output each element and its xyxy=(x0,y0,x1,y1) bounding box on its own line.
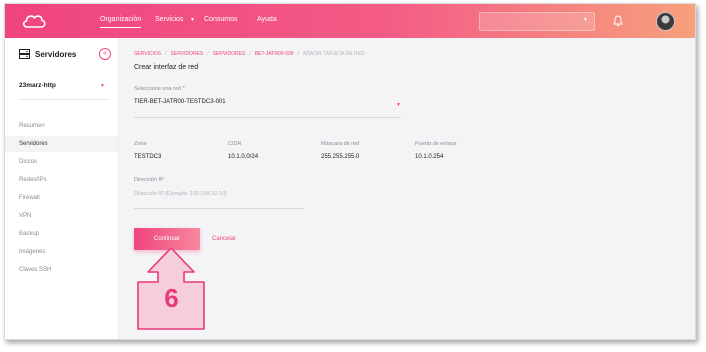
breadcrumb-servicios[interactable]: SERVICIOS xyxy=(134,51,161,57)
breadcrumb: SERVICIOS / SERVIDORES / SERVIDORES / BET-JATR… xyxy=(134,51,365,57)
chevron-down-icon[interactable]: ▼ xyxy=(100,83,105,89)
ip-address-input[interactable]: Dirección IP (Ejemplo: 192.168.32.10) xyxy=(134,191,227,197)
cidr-value: 10.1.0.0/24 xyxy=(228,154,259,160)
chevron-down-icon[interactable]: ▼ xyxy=(396,102,401,108)
chevron-down-icon[interactable]: ▼ xyxy=(190,17,195,23)
project-selector[interactable]: 23marz-http xyxy=(19,82,56,89)
netmask-label: Máscara de red xyxy=(321,141,360,147)
app-window: Organización Servicios ▼ Consumos Ayuda … xyxy=(4,3,696,340)
sidebar-item-claves-ssh[interactable]: Claves SSH xyxy=(5,262,118,278)
sidebar-item-redes-ips[interactable]: Redes/IPs xyxy=(5,172,118,188)
sidebar-item-servidores[interactable]: Servidores xyxy=(5,136,118,152)
nav-organizacion[interactable]: Organización xyxy=(100,16,142,28)
sidebar-item-imagenes[interactable]: Imágenes xyxy=(5,244,118,260)
organization-select[interactable]: ▼ xyxy=(479,12,595,31)
netmask-value: 255.255.255.0 xyxy=(321,154,360,160)
network-select-underline xyxy=(134,117,401,118)
zone-value: TESTDC3 xyxy=(134,154,162,160)
nav-ayuda[interactable]: Ayuda xyxy=(257,16,277,23)
ip-field-label: Dirección IP xyxy=(134,177,164,183)
cancel-button[interactable]: Cancelar xyxy=(212,236,236,242)
server-icon xyxy=(19,49,30,59)
sidebar-item-backup[interactable]: Backup xyxy=(5,226,118,242)
collapse-sidebar-button[interactable]: « xyxy=(99,48,111,60)
gateway-value: 10.1.0.254 xyxy=(415,154,444,160)
sidebar-header: Servidores xyxy=(19,49,76,59)
step-number: 6 xyxy=(164,283,179,313)
bell-icon[interactable] xyxy=(613,15,623,27)
breadcrumb-server[interactable]: BET-JATR00-009 xyxy=(255,51,294,57)
breadcrumb-servidores[interactable]: SERVIDORES xyxy=(171,51,204,57)
breadcrumb-current: AÑADIR TARJETA DE RED xyxy=(302,51,365,57)
ip-input-underline xyxy=(134,208,304,209)
sidebar-item-firewall[interactable]: Firewall xyxy=(5,190,118,206)
divider xyxy=(19,99,109,100)
top-navbar: Organización Servicios ▼ Consumos Ayuda … xyxy=(5,4,695,38)
chevron-down-icon: ▼ xyxy=(583,17,588,23)
zone-label: Zone xyxy=(134,141,147,147)
page-title: Crear interfaz de red xyxy=(134,64,199,71)
network-select[interactable]: TIER-BET-JATR00-TESTDC3-001 xyxy=(134,99,226,105)
cidr-label: CIDR xyxy=(228,141,242,147)
user-avatar[interactable] xyxy=(656,12,675,31)
nav-servicios[interactable]: Servicios xyxy=(155,16,183,23)
cloud-logo-icon[interactable] xyxy=(21,12,47,30)
network-select-label: Seleccione una red * xyxy=(134,86,185,92)
sidebar-item-vpn[interactable]: VPN xyxy=(5,208,118,224)
breadcrumb-servidores-2[interactable]: SERVIDORES xyxy=(213,51,246,57)
sidebar: Servidores « 23marz-http ▼ Resumen Servi… xyxy=(5,38,119,339)
gateway-label: Puerta de enlace xyxy=(415,141,457,147)
sidebar-title: Servidores xyxy=(35,49,77,59)
sidebar-item-discos[interactable]: Discos xyxy=(5,154,118,170)
sidebar-item-resumen[interactable]: Resumen xyxy=(5,118,118,134)
nav-consumos[interactable]: Consumos xyxy=(204,16,237,23)
